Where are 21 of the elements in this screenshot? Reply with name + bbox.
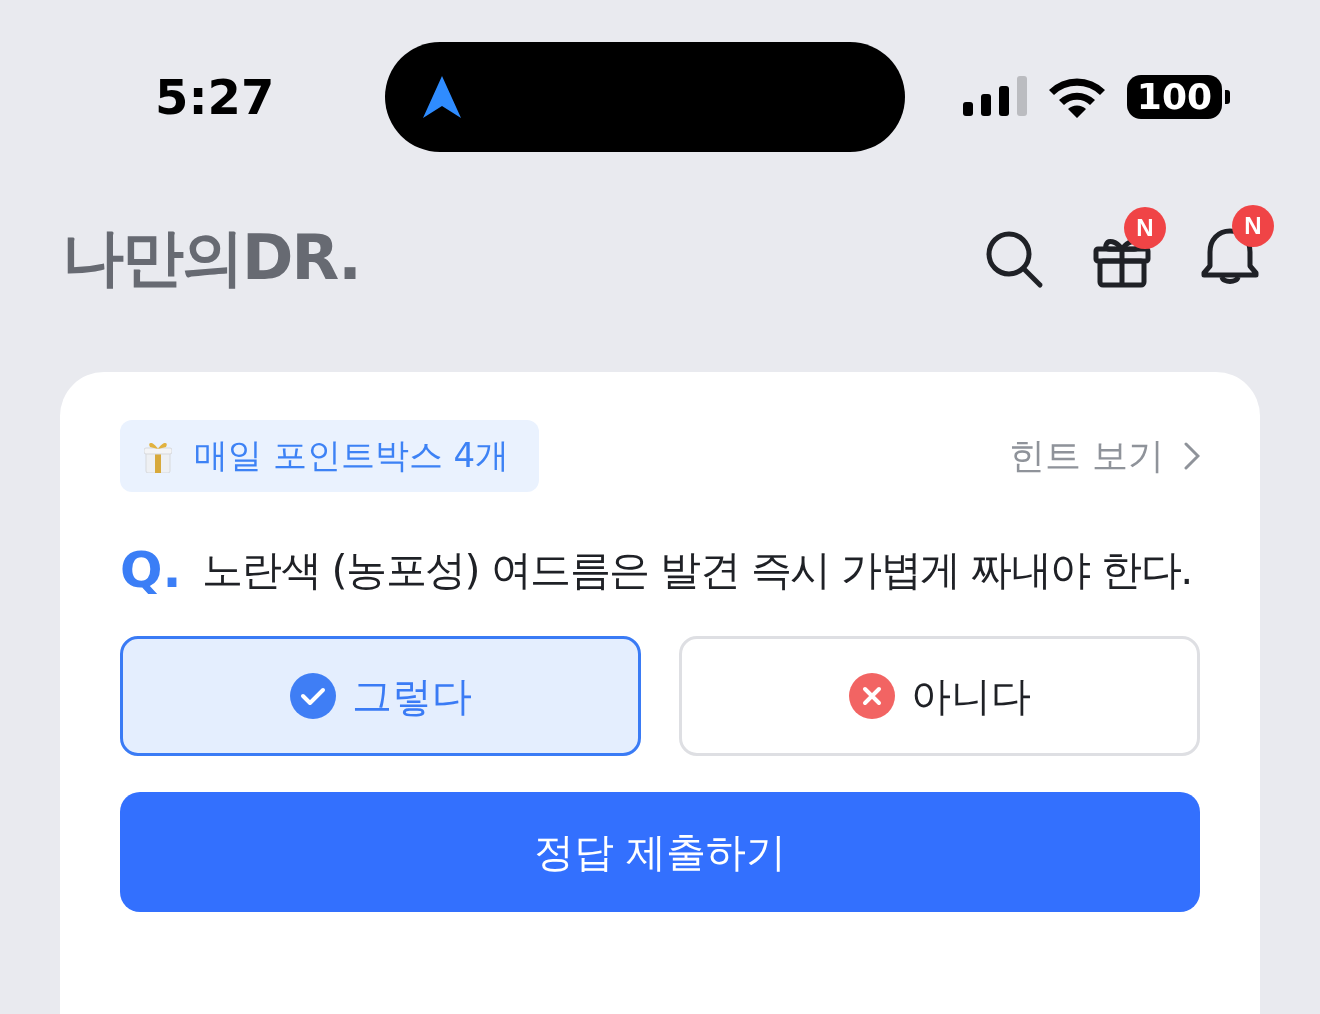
close-circle-icon	[848, 673, 895, 719]
chevron-right-icon	[1184, 441, 1200, 471]
point-box-text: 매일 포인트박스 4개	[194, 434, 510, 477]
status-time: 5:27	[155, 69, 276, 125]
gift-button[interactable]: N	[1092, 207, 1166, 289]
new-badge: N	[1232, 205, 1274, 247]
signal-icon	[962, 76, 1027, 118]
submit-button[interactable]: 정답 제출하기	[120, 792, 1200, 912]
search-icon	[984, 229, 1044, 289]
navigation-arrow-icon	[423, 76, 461, 118]
answer-option[interactable]: 아니다	[679, 636, 1200, 756]
wifi-icon	[1048, 76, 1105, 118]
question-mark-label: Q.	[120, 540, 182, 601]
check-circle-icon	[289, 673, 336, 719]
hint-link[interactable]: 힌트 보기	[1008, 431, 1200, 481]
new-badge: N	[1124, 207, 1166, 249]
question-text: 노란색 (농포성) 여드름은 발견 즉시 가볍게 짜내야 한다.	[201, 545, 1193, 596]
notification-button[interactable]: N	[1200, 205, 1274, 289]
app-logo: 나만의DR.	[62, 220, 360, 296]
search-button[interactable]	[984, 229, 1044, 289]
answer-option[interactable]: 그렇다	[120, 636, 641, 756]
